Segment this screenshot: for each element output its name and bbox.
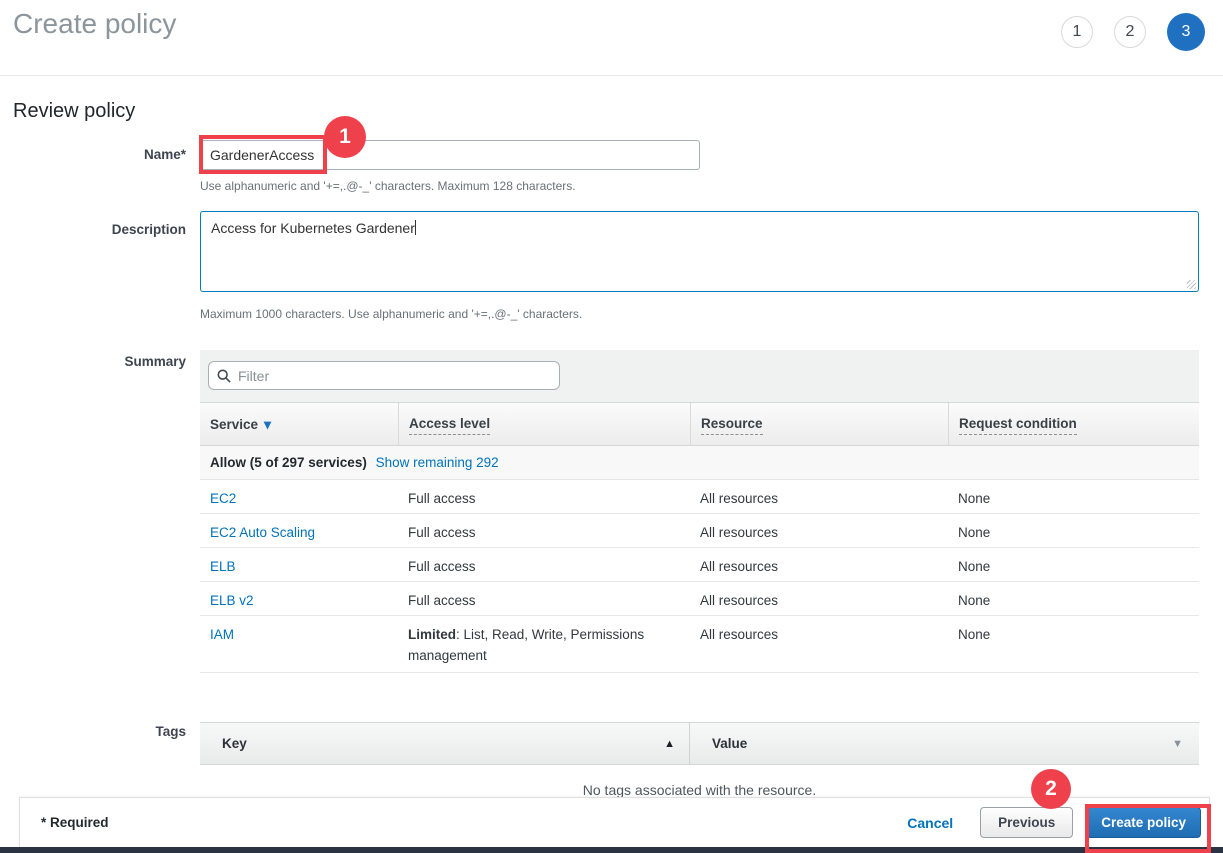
summary-panel: Service▾ Access level Resource Request c…: [200, 350, 1199, 673]
create-policy-button[interactable]: Create policy: [1086, 807, 1201, 838]
footer-action-bar: * Required Cancel Previous Create policy: [19, 797, 1210, 847]
table-row: ELB Full access All resources None: [200, 548, 1199, 582]
column-header-request-condition[interactable]: Request condition: [948, 403, 1199, 445]
summary-table-header: Service▾ Access level Resource Request c…: [200, 402, 1199, 446]
filter-bar: [200, 350, 1199, 402]
required-note: * Required: [41, 815, 109, 830]
service-link[interactable]: ELB v2: [210, 593, 254, 608]
step-3-active: 3: [1167, 13, 1205, 51]
search-icon: [217, 369, 231, 383]
name-label: Name*: [0, 147, 186, 162]
tags-table-header: Key ▲ Value ▼: [200, 722, 1199, 765]
create-policy-page: Create policy 1 2 3 Review policy Name* …: [0, 0, 1223, 853]
allow-group-row: Allow (5 of 297 services) Show remaining…: [200, 446, 1199, 480]
filter-input-wrapper[interactable]: [208, 361, 560, 390]
service-link[interactable]: IAM: [210, 627, 234, 642]
page-title: Create policy: [13, 8, 176, 40]
service-link[interactable]: ELB: [210, 559, 236, 574]
sort-ascending-icon[interactable]: ▲: [664, 738, 675, 750]
no-tags-message: No tags associated with the resource.: [200, 782, 1199, 798]
summary-label: Summary: [0, 354, 186, 369]
step-2: 2: [1114, 16, 1146, 48]
header-divider: [0, 75, 1223, 76]
review-policy-title: Review policy: [13, 100, 135, 123]
column-header-access-level[interactable]: Access level: [398, 403, 690, 445]
column-header-resource[interactable]: Resource: [690, 403, 948, 445]
tags-label: Tags: [0, 724, 186, 739]
resize-grip[interactable]: [1187, 280, 1196, 289]
table-row: IAM Limited: List, Read, Write, Permissi…: [200, 616, 1199, 673]
service-link[interactable]: EC2 Auto Scaling: [210, 525, 315, 540]
tags-key-column-header[interactable]: Key ▲: [200, 723, 690, 764]
description-help-text: Maximum 1000 characters. Use alphanumeri…: [200, 307, 582, 321]
previous-button[interactable]: Previous: [980, 807, 1073, 838]
description-label: Description: [0, 222, 186, 237]
text-cursor: [415, 220, 416, 235]
allow-group-label: Allow (5 of 297 services): [210, 455, 367, 470]
chevron-down-icon[interactable]: ▾: [264, 416, 271, 432]
tags-value-column-header[interactable]: Value ▼: [690, 723, 1199, 764]
description-value: Access for Kubernetes Gardener: [211, 220, 415, 236]
policy-description-textarea[interactable]: Access for Kubernetes Gardener: [200, 211, 1199, 292]
cancel-link[interactable]: Cancel: [907, 815, 953, 831]
name-help-text: Use alphanumeric and '+=,.@-_' character…: [200, 179, 576, 193]
sort-descending-icon[interactable]: ▼: [1172, 738, 1183, 750]
bottom-navy-bar: [0, 847, 1223, 853]
table-row: ELB v2 Full access All resources None: [200, 582, 1199, 616]
step-indicator: 1 2 3: [1061, 12, 1205, 52]
footer-actions: Cancel Previous Create policy: [907, 807, 1201, 838]
table-row: EC2 Full access All resources None: [200, 480, 1199, 514]
policy-name-input[interactable]: [200, 140, 700, 170]
table-row: EC2 Auto Scaling Full access All resourc…: [200, 514, 1199, 548]
service-link[interactable]: EC2: [210, 491, 236, 506]
filter-input[interactable]: [238, 368, 551, 384]
step-1: 1: [1061, 16, 1093, 48]
show-remaining-link[interactable]: Show remaining 292: [376, 455, 499, 470]
column-header-service[interactable]: Service▾: [200, 403, 398, 445]
